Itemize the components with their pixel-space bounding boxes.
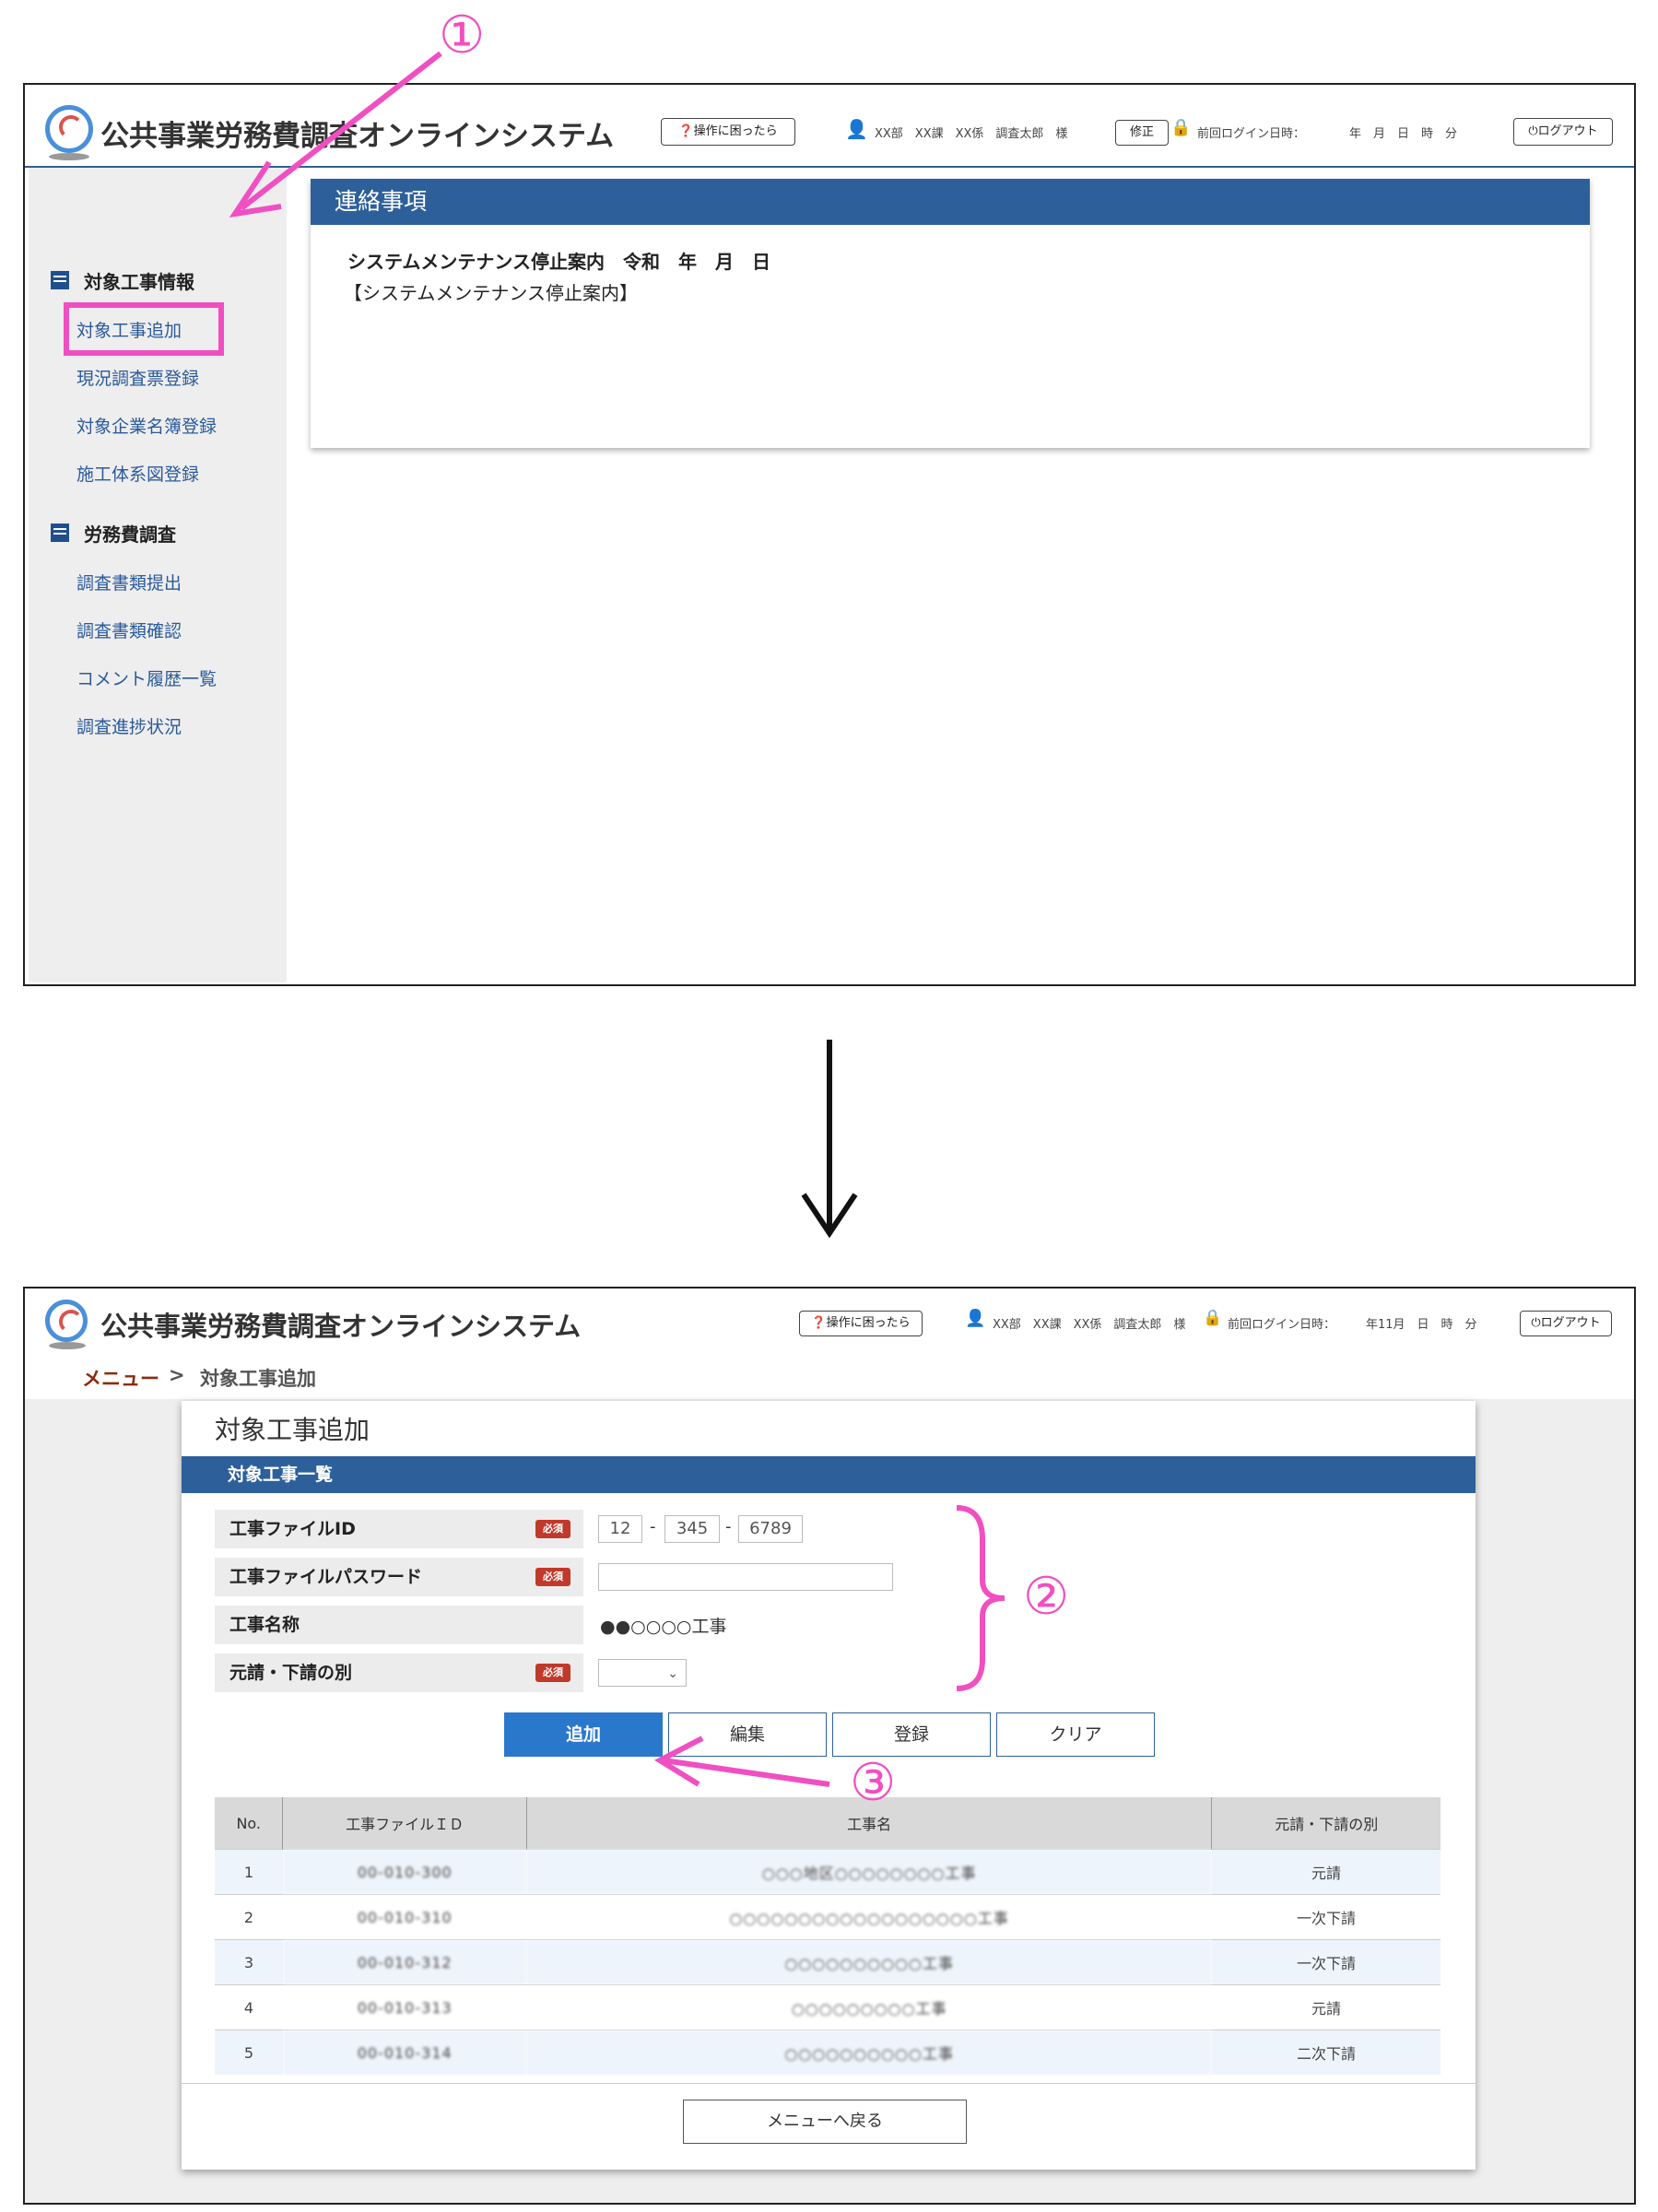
- file-id-label: 工事ファイルID: [215, 1510, 583, 1548]
- col-file-id: 工事ファイルＩＤ: [282, 1797, 527, 1850]
- sidebar-item-company-list[interactable]: 対象企業名簿登録: [76, 413, 217, 438]
- step2-brace-path: [956, 1505, 1005, 1691]
- back-to-menu-button[interactable]: メニューへ戻る: [683, 2100, 967, 2144]
- lock-icon: 🔒: [1203, 1309, 1223, 1327]
- col-contract-type: 元請・下請の別: [1211, 1797, 1440, 1850]
- step1-marker: ①: [439, 6, 486, 65]
- row-file-id: 00-010-300: [282, 1849, 527, 1895]
- power-icon: ⏻: [1531, 1316, 1541, 1330]
- breadcrumb-menu-link[interactable]: メニュー: [82, 1364, 159, 1392]
- contract-type-select[interactable]: ⌄: [598, 1659, 687, 1687]
- help-button[interactable]: ❓操作に困ったら: [799, 1311, 923, 1336]
- required-badge: 必須: [535, 1664, 570, 1682]
- row-project-name: ○○○○○○○○○○工事: [526, 2030, 1212, 2075]
- section-header: 対象工事一覧: [182, 1456, 1476, 1493]
- file-id-part1-input[interactable]: 12: [598, 1515, 642, 1543]
- sidebar-item-comment-history[interactable]: コメント履歴一覧: [76, 665, 217, 690]
- sidebar-section-title: 労務費調査: [84, 524, 176, 546]
- sidebar-item-construction-chart[interactable]: 施工体系図登録: [76, 461, 199, 486]
- sidebar-item-check-docs[interactable]: 調査書類確認: [76, 618, 182, 642]
- sidebar-item-progress[interactable]: 調査進捗状況: [76, 713, 182, 738]
- step1-arrow-line: [240, 51, 442, 211]
- row-contract-type: 元請: [1211, 1984, 1440, 2030]
- file-id-part3-input[interactable]: 6789: [738, 1515, 803, 1543]
- user-icon: 👤: [965, 1309, 986, 1328]
- last-login-label: 前回ログイン日時：: [1228, 1318, 1336, 1332]
- required-badge: 必須: [535, 1568, 570, 1586]
- dash: -: [725, 1517, 732, 1536]
- file-id-part2-input[interactable]: 345: [664, 1515, 720, 1543]
- list-icon: [51, 524, 69, 542]
- table-row[interactable]: 5 00-010-314 ○○○○○○○○○○工事 二次下請: [215, 2030, 1440, 2075]
- password-label: 工事ファイルパスワード: [215, 1558, 583, 1596]
- required-badge: 必須: [535, 1520, 570, 1538]
- row-no: 3: [215, 1939, 283, 1985]
- user-info: XX部 XX課 XX係 調査太郎 様: [993, 1318, 1186, 1332]
- row-file-id: 00-010-313: [282, 1984, 527, 2030]
- project-name-value: ●●○○○○工事: [600, 1617, 727, 1637]
- step2-marker: ②: [1023, 1567, 1070, 1627]
- form-title: 対象工事追加: [215, 1415, 370, 1445]
- down-arrow: [801, 1040, 858, 1239]
- table-row[interactable]: 3 00-010-312 ○○○○○○○○○○工事 一次下請: [215, 1939, 1440, 1985]
- row-contract-type: 元請: [1211, 1849, 1440, 1895]
- row-no: 5: [215, 2030, 283, 2075]
- clear-button[interactable]: クリア: [996, 1712, 1155, 1757]
- table-row[interactable]: 4 00-010-313 ○○○○○○○○○工事 元請: [215, 1984, 1440, 2030]
- row-contract-type: 一次下請: [1211, 1894, 1440, 1940]
- logout-button[interactable]: ⏻ログアウト: [1520, 1311, 1612, 1336]
- dash: -: [650, 1517, 656, 1536]
- row-project-name: ○○○○○○○○○工事: [526, 1984, 1212, 2030]
- project-name-label: 工事名称: [215, 1606, 583, 1644]
- last-login-value: 年11月 日 時 分: [1366, 1318, 1477, 1332]
- row-no: 1: [215, 1849, 283, 1895]
- footer-divider: [182, 2083, 1476, 2084]
- row-contract-type: 一次下請: [1211, 1939, 1440, 1985]
- add-button[interactable]: 追加: [504, 1712, 663, 1757]
- contract-type-label: 元請・下請の別: [215, 1653, 583, 1692]
- step1-arrow-head: [229, 160, 282, 218]
- sidebar-item-survey-sheet[interactable]: 現況調査票登録: [76, 365, 199, 390]
- sidebar-item-submit-docs[interactable]: 調査書類提出: [76, 570, 182, 594]
- row-file-id: 00-010-314: [282, 2030, 527, 2075]
- password-input[interactable]: [598, 1563, 893, 1591]
- row-no: 4: [215, 1984, 283, 2030]
- logout-label: ログアウト: [1540, 1316, 1601, 1330]
- col-no: No.: [215, 1797, 283, 1850]
- row-contract-type: 二次下請: [1211, 2030, 1440, 2075]
- row-no: 2: [215, 1894, 283, 1940]
- logo-icon: [45, 1300, 88, 1342]
- row-project-name: ○○○○○○○○○○○○○○○○○○工事: [526, 1894, 1212, 1940]
- row-project-name: ○○○地区○○○○○○○○工事: [526, 1849, 1212, 1895]
- row-file-id: 00-010-310: [282, 1894, 527, 1940]
- app-title: 公共事業労務費調査オンラインシステム: [100, 1311, 582, 1342]
- step1-arrow: [229, 51, 442, 218]
- table-row[interactable]: 2 00-010-310 ○○○○○○○○○○○○○○○○○○工事 一次下請: [215, 1894, 1440, 1940]
- step3-marker: ③: [850, 1753, 897, 1813]
- step3-arrow: [653, 1735, 830, 1787]
- row-project-name: ○○○○○○○○○○工事: [526, 1939, 1212, 1985]
- help-button-label: 操作に困ったら: [826, 1316, 911, 1330]
- breadcrumb-separator: >: [169, 1364, 185, 1386]
- breadcrumb: メニュー > 対象工事追加: [25, 1355, 1634, 1399]
- app-header: 公共事業労務費調査オンラインシステム ❓操作に困ったら 👤 XX部 XX課 XX…: [25, 1288, 1634, 1357]
- step2-brace: [956, 1505, 1005, 1691]
- logo-base: [49, 1342, 86, 1349]
- highlight-box: [64, 302, 224, 356]
- breadcrumb-current: 対象工事追加: [200, 1368, 316, 1390]
- chevron-down-icon: ⌄: [667, 1666, 678, 1681]
- project-table: No. 工事ファイルＩＤ 工事名 元請・下請の別 1 00-010-300 ○○…: [215, 1797, 1440, 2075]
- table-row[interactable]: 1 00-010-300 ○○○地区○○○○○○○○工事 元請: [215, 1849, 1440, 1895]
- row-file-id: 00-010-312: [282, 1939, 527, 1985]
